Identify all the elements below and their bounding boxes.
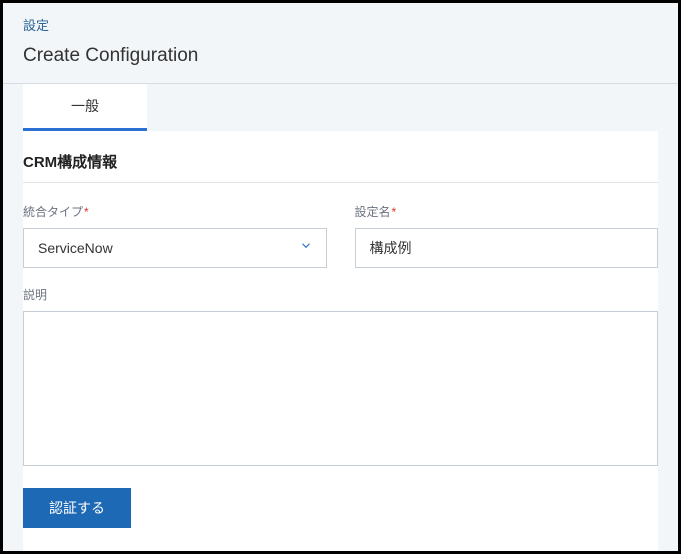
authenticate-button[interactable]: 認証する [23,488,131,528]
label-description: 説明 [23,286,658,303]
breadcrumb: 設定 [3,3,678,39]
breadcrumb-link-settings[interactable]: 設定 [23,18,49,33]
select-integration-type[interactable]: ServiceNow [23,228,327,268]
form-group-config-name: 設定名* [355,203,659,268]
required-asterisk: * [392,205,397,219]
section-title: CRM構成情報 [23,151,658,182]
form-group-description: 説明 [23,286,658,466]
label-config-name: 設定名* [355,203,659,220]
page-title: Create Configuration [3,39,678,83]
section-divider [23,182,658,183]
textarea-description[interactable] [23,311,658,466]
required-asterisk: * [84,205,89,219]
label-integration-type: 統合タイプ* [23,203,327,220]
input-config-name[interactable] [355,228,659,268]
tab-general[interactable]: 一般 [23,84,147,131]
form-group-integration-type: 統合タイプ* ServiceNow [23,203,327,268]
content-area: CRM構成情報 統合タイプ* ServiceNow [23,131,658,551]
tabs: 一般 [3,84,678,131]
